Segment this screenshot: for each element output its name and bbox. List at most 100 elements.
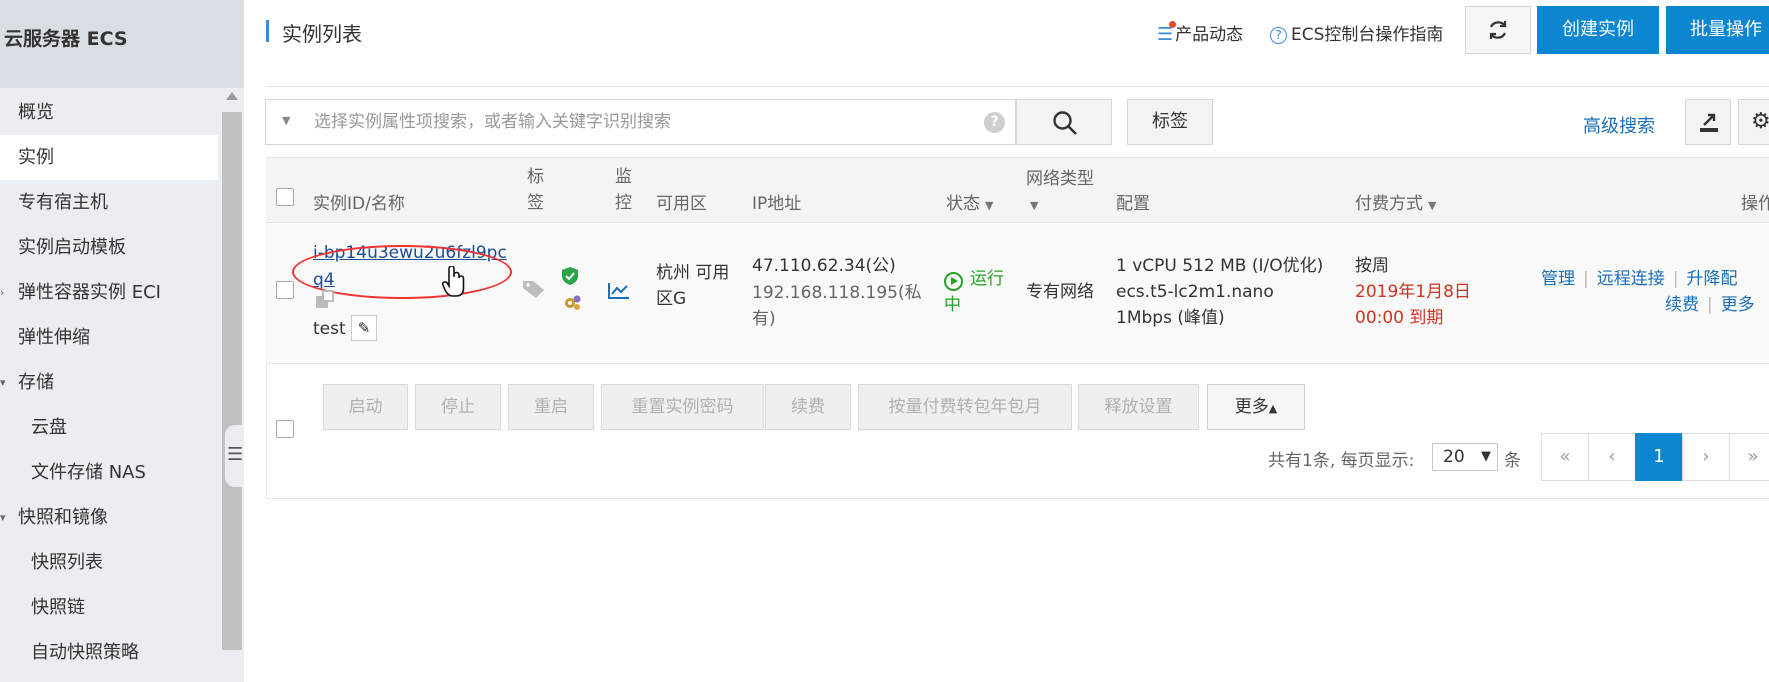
network-type-text: 专有网络 bbox=[1026, 282, 1094, 302]
pagination-summary: 共有1条, 每页显示: bbox=[1268, 451, 1415, 471]
sidebar-item-label: 云盘 bbox=[31, 417, 67, 438]
scroll-up-arrow-icon[interactable] bbox=[226, 92, 238, 100]
agent-gear-icon bbox=[565, 295, 581, 310]
sidebar-item-overview[interactable]: 概览 bbox=[0, 90, 218, 135]
export-button[interactable] bbox=[1685, 99, 1731, 145]
product-news-link[interactable]: ☰ 产品动态 bbox=[1157, 20, 1243, 45]
sidebar-item-label: 存储 bbox=[18, 372, 54, 393]
config-instance-type: ecs.t5-lc2m1.nano bbox=[1116, 282, 1274, 302]
search-input[interactable] bbox=[312, 108, 932, 136]
sidebar-menu: 概览 实例 专有宿主机 实例启动模板 › 弹性容器实例 ECI 弹性伸缩 ▾ 存储 … bbox=[0, 90, 218, 675]
upgrade-link[interactable]: 升降配 bbox=[1686, 269, 1737, 289]
sidebar-item-label: 自动快照策略 bbox=[31, 642, 139, 663]
dropdown-caret-icon: ▼ bbox=[1481, 449, 1491, 464]
copy-icon[interactable] bbox=[316, 290, 336, 310]
tag-filter-button[interactable]: 标签 bbox=[1127, 99, 1213, 145]
monitor-chart-icon[interactable] bbox=[608, 282, 630, 300]
sidebar-group-storage[interactable]: ▾ 存储 bbox=[0, 360, 218, 405]
sidebar-item-label: 实例 bbox=[18, 147, 54, 168]
select-all-checkbox[interactable] bbox=[276, 188, 294, 206]
scrollbar-thumb[interactable] bbox=[222, 112, 242, 650]
sidebar-item-label: 文件存储 NAS bbox=[31, 462, 146, 483]
remote-connect-link[interactable]: 远程连接 bbox=[1597, 269, 1665, 289]
list-icon: ☰ bbox=[1157, 21, 1177, 45]
sidebar-scrollbar[interactable] bbox=[222, 90, 242, 650]
question-circle-icon: ? bbox=[1270, 27, 1287, 44]
last-page-button[interactable]: » bbox=[1729, 433, 1769, 481]
sidebar-item-launch-template[interactable]: 实例启动模板 bbox=[0, 225, 218, 270]
collapse-menu-icon: ☰ bbox=[227, 444, 244, 465]
prev-page-button[interactable]: ‹ bbox=[1588, 433, 1636, 481]
tag-icon[interactable] bbox=[522, 279, 546, 299]
sidebar-item-instances[interactable]: 实例 bbox=[0, 135, 218, 180]
row-checkbox[interactable] bbox=[276, 281, 294, 299]
column-header-id-name: 实例ID/名称 bbox=[313, 194, 405, 214]
edit-name-button[interactable]: ✎ bbox=[351, 315, 377, 341]
footer-select-all-checkbox[interactable] bbox=[276, 420, 294, 438]
page-size-unit: 条 bbox=[1504, 451, 1521, 471]
ip-private: 192.168.118.195(私有) bbox=[752, 283, 922, 329]
page-size-select[interactable]: 20 ▼ bbox=[1432, 443, 1498, 471]
billing-header-label: 付费方式 bbox=[1355, 194, 1423, 214]
sidebar-collapse-toggle[interactable]: ☰ bbox=[225, 425, 244, 487]
sidebar-item-snapshot-list[interactable]: 快照列表 bbox=[0, 540, 218, 585]
more-link[interactable]: 更多 bbox=[1721, 295, 1755, 315]
sidebar-item-label: 实例启动模板 bbox=[18, 237, 126, 258]
start-button[interactable]: 启动 bbox=[323, 384, 408, 430]
create-instance-button[interactable]: 创建实例 bbox=[1537, 6, 1659, 54]
product-news-label: 产品动态 bbox=[1175, 25, 1244, 45]
sidebar-group-snapshots-images[interactable]: ▾ 快照和镜像 bbox=[0, 495, 218, 540]
release-settings-button[interactable]: 释放设置 bbox=[1078, 384, 1199, 430]
sidebar: 云服务器 ECS 概览 实例 专有宿主机 实例启动模板 › 弹性容器实例 ECI … bbox=[0, 0, 244, 682]
sidebar-item-dedicated-host[interactable]: 专有宿主机 bbox=[0, 180, 218, 225]
help-icon[interactable]: ? bbox=[984, 112, 1005, 133]
column-header-ip: IP地址 bbox=[752, 194, 802, 214]
network-filter-caret-icon[interactable]: ▼ bbox=[1030, 194, 1038, 214]
batch-operations-button[interactable]: 批量操作 bbox=[1666, 6, 1769, 54]
filter-dropdown-icon[interactable]: ▼ bbox=[282, 114, 290, 127]
advanced-search-link[interactable]: 高级搜索 bbox=[1583, 112, 1655, 138]
convert-billing-button[interactable]: 按量付费转包年包月 bbox=[858, 384, 1072, 430]
hand-cursor-icon bbox=[442, 266, 465, 297]
sidebar-item-label: 快照列表 bbox=[31, 552, 103, 573]
column-header-zone: 可用区 bbox=[656, 194, 707, 214]
current-page-button[interactable]: 1 bbox=[1635, 433, 1683, 481]
search-button[interactable] bbox=[1016, 99, 1112, 145]
column-header-billing[interactable]: 付费方式 ▼ bbox=[1355, 189, 1436, 214]
sidebar-item-autoscaling[interactable]: 弹性伸缩 bbox=[0, 315, 218, 360]
ip-public: 47.110.62.34(公) bbox=[752, 256, 896, 276]
column-header-status[interactable]: 状态 ▼ bbox=[946, 189, 993, 214]
column-header-tag: 标签 bbox=[527, 167, 544, 213]
network-header-label: 网络类型 bbox=[1026, 169, 1094, 189]
caret-up-icon: ▲ bbox=[1268, 402, 1278, 415]
page-size-value: 20 bbox=[1443, 447, 1465, 467]
page-title: 实例列表 bbox=[282, 22, 362, 46]
billing-method: 按周 bbox=[1355, 256, 1389, 276]
settings-button[interactable]: ⚙ bbox=[1738, 99, 1769, 145]
separator: | bbox=[1672, 269, 1679, 289]
next-page-button[interactable]: › bbox=[1682, 433, 1730, 481]
stop-button[interactable]: 停止 bbox=[415, 384, 501, 430]
renew-button[interactable]: 续费 bbox=[765, 384, 851, 430]
security-shield-icon bbox=[562, 267, 578, 285]
export-icon bbox=[1700, 113, 1718, 132]
more-actions-button[interactable]: 更多▲ bbox=[1207, 384, 1305, 430]
sidebar-item-disks[interactable]: 云盘 bbox=[0, 405, 218, 450]
instance-id-link[interactable]: i-bp14u3ewu2u6fzl9pcq4 bbox=[313, 240, 513, 294]
sidebar-item-eci[interactable]: › 弹性容器实例 ECI bbox=[0, 270, 218, 315]
pencil-icon: ✎ bbox=[357, 319, 371, 337]
console-guide-link[interactable]: ? ECS控制台操作指南 bbox=[1270, 20, 1443, 45]
separator: | bbox=[1707, 295, 1713, 315]
sidebar-item-nas[interactable]: 文件存储 NAS bbox=[0, 450, 218, 495]
refresh-button[interactable] bbox=[1465, 6, 1531, 54]
sidebar-item-snapshot-chain[interactable]: 快照链 bbox=[0, 585, 218, 630]
renew-link[interactable]: 续费 bbox=[1665, 295, 1699, 315]
restart-button[interactable]: 重启 bbox=[508, 384, 594, 430]
sidebar-item-auto-snapshot-policy[interactable]: 自动快照策略 bbox=[0, 630, 218, 675]
reset-password-button[interactable]: 重置实例密码 bbox=[601, 384, 764, 430]
separator: | bbox=[1583, 269, 1589, 289]
first-page-button[interactable]: « bbox=[1541, 433, 1589, 481]
column-header-network[interactable]: 网络类型 bbox=[1026, 164, 1094, 189]
manage-link[interactable]: 管理 bbox=[1541, 269, 1575, 289]
column-header-monitor: 监控 bbox=[615, 167, 632, 213]
